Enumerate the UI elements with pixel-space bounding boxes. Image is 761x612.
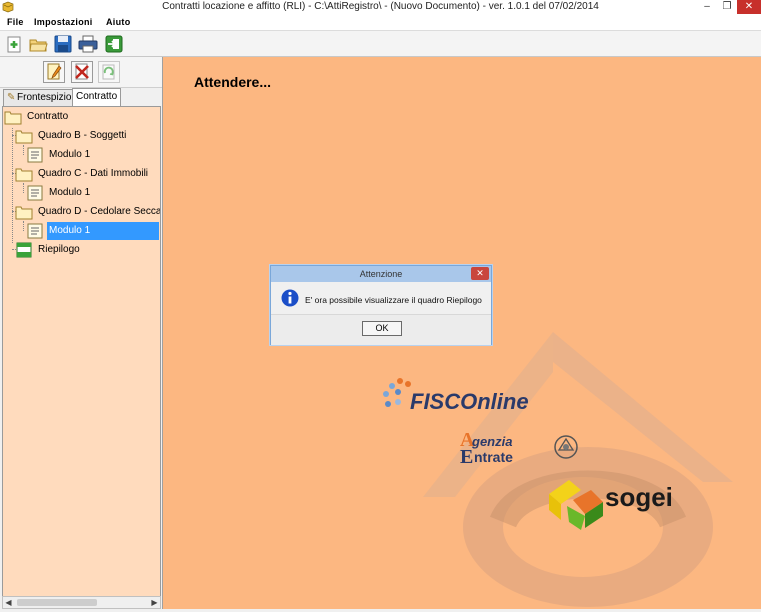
edit-document-icon[interactable] <box>43 61 65 83</box>
tree-node-label: Modulo 1 <box>47 222 159 240</box>
tree-node-label: Modulo 1 <box>49 187 91 198</box>
document-icon <box>27 223 43 239</box>
dialog-close-button[interactable]: ✕ <box>471 267 489 280</box>
minimize-button[interactable]: – <box>697 0 717 14</box>
tree-node-label: Quadro C - Dati Immobili <box>38 168 149 179</box>
tree-node-contratto[interactable]: Contratto <box>4 108 154 126</box>
exit-icon[interactable] <box>104 34 124 54</box>
summary-sheet-icon <box>16 242 32 258</box>
tree-node-label: Quadro D - Cedolare Secca <box>38 206 161 217</box>
save-icon[interactable] <box>53 34 73 54</box>
title-bar: Contratti locazione e affitto (RLI) - C:… <box>0 0 761 14</box>
dialog-title: Attenzione <box>271 266 491 282</box>
tree-line <box>23 183 24 193</box>
document-icon <box>27 147 43 163</box>
scroll-left-arrow-icon[interactable]: ◀ <box>3 597 14 608</box>
entrate-text: ntrate <box>474 449 513 465</box>
open-folder-icon[interactable] <box>28 34 48 54</box>
sogei-logo: sogei <box>547 476 687 535</box>
waiting-message: Attendere... <box>194 74 272 90</box>
menu-aiuto[interactable]: Aiuto <box>106 15 131 29</box>
sogei-text: sogei <box>605 482 673 512</box>
dialog-message: E' ora possibile visualizzare il quadro … <box>305 295 482 305</box>
tab-frontespizio[interactable]: ✎ Frontespizio <box>3 89 76 106</box>
tree-node-quadro-b[interactable]: Quadro B - Soggetti <box>15 127 155 145</box>
folder-icon <box>15 168 33 182</box>
svg-text:E: E <box>460 446 473 468</box>
tree-line <box>23 221 24 231</box>
close-button[interactable]: ✕ <box>737 0 761 14</box>
ok-button[interactable]: OK <box>362 321 402 336</box>
scrollbar-thumb[interactable] <box>17 599 97 606</box>
print-icon[interactable] <box>78 34 98 54</box>
tree-line <box>23 145 24 155</box>
agenzia-entrate-logo: A genzia E ntrate <box>458 429 588 473</box>
tree-node-quadro-d[interactable]: Quadro D - Cedolare Secca <box>15 203 160 221</box>
maximize-button[interactable]: ❐ <box>717 0 737 14</box>
tree-node-quadro-d-modulo[interactable]: Modulo 1 <box>26 222 160 240</box>
menu-file[interactable]: File <box>7 15 24 29</box>
tree-node-label: Quadro B - Soggetti <box>38 130 127 141</box>
window-title: Contratti locazione e affitto (RLI) - C:… <box>162 1 599 12</box>
folder-icon <box>15 130 33 144</box>
agenzia-text: genzia <box>471 434 512 449</box>
tab-frontespizio-label: Frontespizio <box>17 92 72 103</box>
tree-node-quadro-c[interactable]: Quadro C - Dati Immobili <box>15 165 155 183</box>
tree-node-label: Contratto <box>27 111 69 122</box>
attention-dialog: Attenzione ✕ E' ora possibile visualizza… <box>270 265 492 345</box>
new-icon[interactable] <box>4 34 24 54</box>
tab-strip: ✎ Frontespizio Contratto <box>0 88 162 107</box>
tree-node-label: Modulo 1 <box>49 149 91 160</box>
folder-icon <box>4 111 22 125</box>
tree-node-label: Riepilogo <box>38 244 80 255</box>
tab-contratto[interactable]: Contratto <box>72 88 122 107</box>
menu-bar: File Impostazioni Aiuto <box>0 14 761 31</box>
pencil-icon: ✎ <box>7 92 16 103</box>
tree-node-riepilogo[interactable]: Riepilogo <box>15 241 155 259</box>
delete-document-icon[interactable] <box>71 61 93 83</box>
refresh-icon[interactable] <box>98 61 120 83</box>
left-pane: ✎ Frontespizio Contratto Contratto Quadro… <box>0 57 163 609</box>
document-icon <box>27 185 43 201</box>
left-toolbar <box>0 57 162 88</box>
scroll-right-arrow-icon[interactable]: ▶ <box>149 597 160 608</box>
tree-horizontal-scrollbar[interactable]: ◀ ▶ <box>2 596 161 609</box>
tree-node-quadro-c-modulo[interactable]: Modulo 1 <box>26 184 156 202</box>
tree-node-quadro-b-modulo[interactable]: Modulo 1 <box>26 146 156 164</box>
info-icon <box>281 289 299 307</box>
main-toolbar <box>0 31 761 57</box>
folder-icon <box>15 206 33 220</box>
contract-tree[interactable]: Contratto Quadro B - Soggetti Modulo 1 Q… <box>2 106 161 597</box>
tree-line <box>12 128 13 243</box>
fisconline-text: FISCOnline <box>410 389 529 414</box>
menu-impostazioni[interactable]: Impostazioni <box>34 15 93 29</box>
fisconline-logo: FISCOnline <box>378 376 538 419</box>
